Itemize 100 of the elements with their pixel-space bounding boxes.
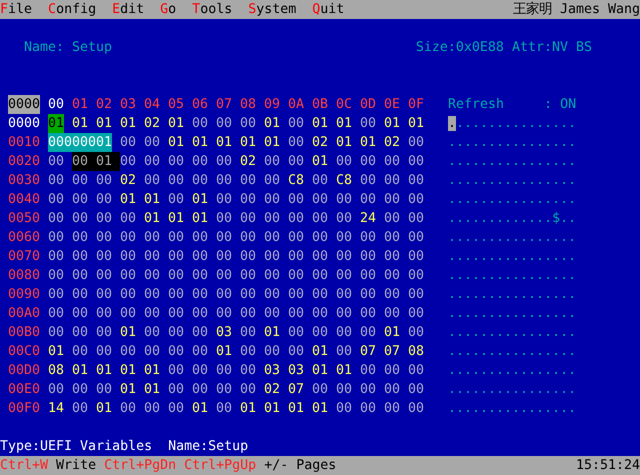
- hex-byte[interactable]: 03: [216, 323, 232, 342]
- hex-byte[interactable]: 01: [312, 361, 328, 380]
- hex-byte[interactable]: 00: [240, 171, 256, 190]
- hex-byte[interactable]: 03: [264, 361, 280, 380]
- hex-byte[interactable]: 01: [144, 361, 160, 380]
- hex-byte[interactable]: 01: [264, 399, 280, 418]
- hex-byte[interactable]: 00: [72, 285, 88, 304]
- hex-byte[interactable]: 00: [72, 209, 88, 228]
- hex-byte[interactable]: 00: [312, 247, 328, 266]
- hex-byte[interactable]: 00: [96, 323, 112, 342]
- hex-byte[interactable]: 00: [312, 266, 328, 285]
- menu-item[interactable]: System: [248, 0, 296, 19]
- hex-byte[interactable]: 00: [408, 266, 424, 285]
- hex-byte[interactable]: 00: [264, 247, 280, 266]
- hex-byte[interactable]: 00: [144, 228, 160, 247]
- hex-byte[interactable]: 00: [216, 190, 232, 209]
- hex-byte[interactable]: 00: [240, 266, 256, 285]
- hex-byte[interactable]: 00: [240, 304, 256, 323]
- hex-byte[interactable]: 00: [120, 133, 136, 152]
- hex-byte[interactable]: 00: [336, 228, 352, 247]
- hex-byte[interactable]: 01: [168, 209, 184, 228]
- hex-byte[interactable]: 00: [48, 190, 64, 209]
- hex-byte[interactable]: 00: [312, 304, 328, 323]
- hex-byte[interactable]: 00: [96, 247, 112, 266]
- hex-byte[interactable]: 01: [384, 114, 400, 133]
- hex-byte[interactable]: 00: [72, 399, 88, 418]
- hex-byte[interactable]: 00: [312, 380, 328, 399]
- hex-byte[interactable]: 00: [120, 304, 136, 323]
- hex-byte[interactable]: 00: [120, 228, 136, 247]
- hex-byte[interactable]: 00: [120, 285, 136, 304]
- hex-byte[interactable]: 00: [96, 266, 112, 285]
- hex-byte[interactable]: 00: [192, 285, 208, 304]
- menu-item[interactable]: Go: [160, 0, 176, 19]
- hex-byte[interactable]: 00: [48, 285, 64, 304]
- hex-byte[interactable]: 00: [360, 361, 376, 380]
- hex-byte[interactable]: 01: [312, 152, 328, 171]
- hex-byte[interactable]: 00: [384, 152, 400, 171]
- hex-byte[interactable]: 00: [360, 171, 376, 190]
- hex-byte[interactable]: 00: [408, 133, 424, 152]
- hex-byte[interactable]: 00: [360, 266, 376, 285]
- hex-byte[interactable]: 00: [48, 247, 64, 266]
- hex-byte[interactable]: 00: [168, 342, 184, 361]
- hex-byte[interactable]: 01: [48, 342, 64, 361]
- hex-byte[interactable]: 00: [408, 152, 424, 171]
- hex-byte[interactable]: 00: [312, 190, 328, 209]
- hex-byte[interactable]: 02: [120, 171, 136, 190]
- hex-byte[interactable]: 00: [72, 342, 88, 361]
- hex-byte[interactable]: 14: [48, 399, 64, 418]
- hex-byte[interactable]: 00: [96, 342, 112, 361]
- hex-byte[interactable]: 00: [120, 266, 136, 285]
- hex-byte[interactable]: 00: [288, 285, 304, 304]
- hex-byte[interactable]: 00: [408, 380, 424, 399]
- hex-byte[interactable]: 00: [384, 285, 400, 304]
- hex-byte[interactable]: 00: [384, 171, 400, 190]
- hex-byte[interactable]: 00: [96, 285, 112, 304]
- hex-byte[interactable]: 00: [216, 228, 232, 247]
- hex-byte[interactable]: 01: [240, 133, 256, 152]
- hex-byte[interactable]: 00: [384, 399, 400, 418]
- hex-byte[interactable]: 00: [288, 190, 304, 209]
- hex-byte[interactable]: 00: [168, 399, 184, 418]
- hex-byte[interactable]: 00: [72, 323, 88, 342]
- hex-byte[interactable]: 02: [240, 152, 256, 171]
- hex-byte[interactable]: 00: [360, 304, 376, 323]
- hex-byte[interactable]: 00: [360, 228, 376, 247]
- hex-byte[interactable]: 00: [168, 228, 184, 247]
- hex-byte[interactable]: 00: [72, 190, 88, 209]
- hex-byte[interactable]: 00: [408, 304, 424, 323]
- hex-byte[interactable]: 00: [240, 380, 256, 399]
- hex-byte[interactable]: 00: [216, 114, 232, 133]
- hex-byte[interactable]: 00: [384, 304, 400, 323]
- hex-byte[interactable]: 00: [240, 209, 256, 228]
- hex-byte[interactable]: 01: [336, 133, 352, 152]
- hex-byte[interactable]: 00: [216, 399, 232, 418]
- hex-byte[interactable]: 01: [264, 323, 280, 342]
- hex-byte[interactable]: 01: [120, 190, 136, 209]
- hex-byte[interactable]: 00: [240, 361, 256, 380]
- hex-byte[interactable]: 01: [312, 114, 328, 133]
- hex-byte[interactable]: 01: [72, 361, 88, 380]
- hex-byte[interactable]: 00: [192, 342, 208, 361]
- hex-byte[interactable]: 00: [48, 209, 64, 228]
- hex-byte[interactable]: 00: [384, 380, 400, 399]
- hex-byte[interactable]: 00: [408, 190, 424, 209]
- hex-byte[interactable]: 00: [264, 228, 280, 247]
- hex-byte[interactable]: 00: [360, 399, 376, 418]
- hex-byte[interactable]: 00: [384, 266, 400, 285]
- hex-byte[interactable]: 00: [288, 342, 304, 361]
- hex-byte[interactable]: 00: [408, 228, 424, 247]
- hex-byte[interactable]: 00: [216, 285, 232, 304]
- hex-byte[interactable]: 00: [384, 209, 400, 228]
- hex-byte[interactable]: 00: [96, 304, 112, 323]
- hex-byte[interactable]: 00: [192, 228, 208, 247]
- hex-byte[interactable]: 01: [216, 133, 232, 152]
- hex-byte[interactable]: 00: [408, 209, 424, 228]
- hex-byte[interactable]: 00: [336, 399, 352, 418]
- hex-byte[interactable]: 01: [168, 133, 184, 152]
- hex-byte[interactable]: 00: [144, 342, 160, 361]
- hex-byte[interactable]: 00: [240, 342, 256, 361]
- hex-byte[interactable]: 00: [288, 247, 304, 266]
- hex-byte[interactable]: 01: [168, 114, 184, 133]
- hex-byte[interactable]: 00: [96, 380, 112, 399]
